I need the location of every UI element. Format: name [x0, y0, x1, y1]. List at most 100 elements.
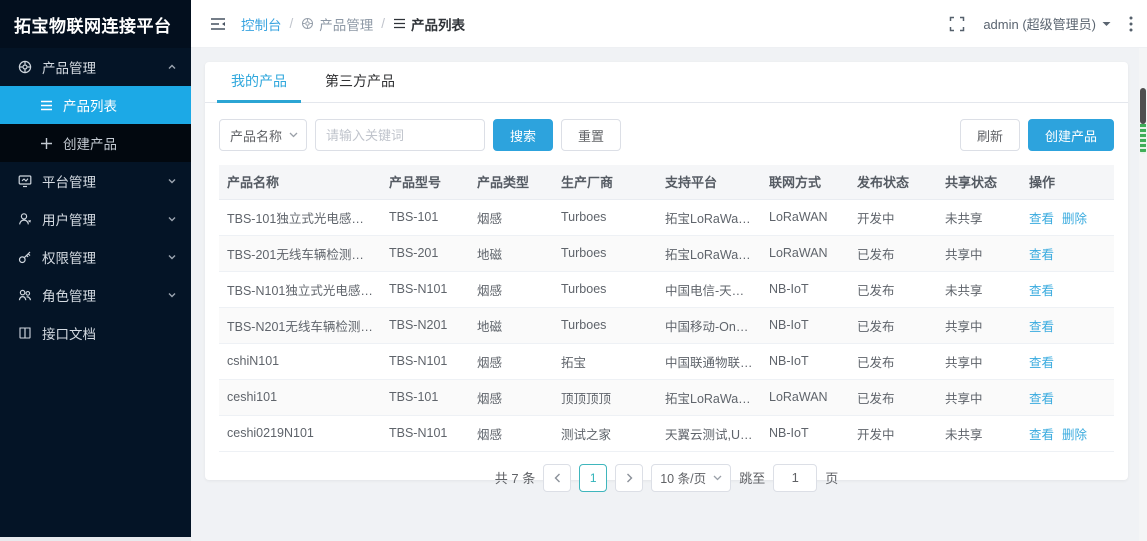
view-link[interactable]: 查看 — [1029, 356, 1054, 370]
view-link[interactable]: 查看 — [1029, 248, 1054, 262]
content-card: 我的产品 第三方产品 产品名称 搜索 重置 刷新 创建产品 产品名称 产品型号 … — [205, 62, 1128, 480]
col-header: 支持平台 — [657, 165, 761, 199]
col-header: 产品类型 — [469, 165, 553, 199]
caret-down-icon — [1102, 21, 1111, 27]
tab-third-party-products[interactable]: 第三方产品 — [323, 61, 397, 102]
chevron-left-icon — [554, 473, 561, 483]
more-options-icon[interactable] — [1129, 16, 1133, 32]
scrollbar-thumb[interactable] — [1140, 88, 1146, 124]
chevron-up-icon — [167, 62, 177, 72]
plus-icon — [40, 137, 53, 150]
view-link[interactable]: 查看 — [1029, 320, 1054, 334]
delete-link[interactable]: 删除 — [1062, 428, 1087, 442]
app-logo: 拓宝物联网连接平台 — [0, 0, 191, 48]
sidebar-item-label: 创建产品 — [63, 133, 177, 153]
table-row: TBS-101独立式光电感烟火灾探测.. TBS-101 烟感 Turboes … — [219, 199, 1114, 235]
breadcrumb-separator: / — [290, 16, 294, 31]
sidebar-item-label: 产品管理 — [42, 57, 157, 77]
table-row: cshiN101 TBS-N101 烟感 拓宝 中国联通物联网平台,... NB… — [219, 343, 1114, 379]
chevron-down-icon — [167, 214, 177, 224]
sidebar-item-create-product[interactable]: 创建产品 — [0, 124, 191, 162]
sidebar-item-label: 平台管理 — [42, 171, 157, 191]
vertical-scrollbar[interactable] — [1139, 48, 1147, 541]
keyword-input[interactable] — [315, 119, 485, 151]
chevron-down-icon — [289, 132, 298, 138]
sidebar-bottom-strip — [0, 537, 191, 541]
user-icon — [18, 212, 32, 226]
chevron-down-icon — [167, 252, 177, 262]
pagination: 共 7 条 1 10 条/页 跳至 页 — [205, 464, 1128, 492]
view-link[interactable]: 查看 — [1029, 392, 1054, 406]
tab-my-products[interactable]: 我的产品 — [229, 61, 289, 102]
page-size-select[interactable]: 10 条/页 — [651, 464, 731, 492]
view-link[interactable]: 查看 — [1029, 284, 1054, 298]
table-row: TBS-N101独立式光电感烟火灾探... TBS-N101 烟感 Turboe… — [219, 271, 1114, 307]
col-header: 生产厂商 — [553, 165, 657, 199]
breadcrumb-section[interactable]: 产品管理 — [301, 14, 373, 34]
sidebar-item-label: 角色管理 — [42, 285, 157, 305]
fullscreen-icon[interactable] — [949, 16, 965, 32]
table-row: ceshi0219N101 TBS-N101 烟感 测试之家 天翼云测试,UDP… — [219, 415, 1114, 451]
list-icon — [40, 99, 53, 112]
pagination-total: 共 7 条 — [495, 468, 535, 487]
menu-fold-icon[interactable] — [209, 16, 227, 32]
sidebar-item-label: 产品列表 — [63, 95, 177, 115]
platform-icon — [18, 174, 32, 188]
sidebar-submenu-products: 产品列表 创建产品 — [0, 86, 191, 162]
col-header: 联网方式 — [761, 165, 849, 199]
table-row: ceshi101 TBS-101 烟感 顶顶顶顶 拓宝LoRaWan平台 LoR… — [219, 379, 1114, 415]
jump-label: 跳至 — [739, 468, 765, 487]
user-label: admin (超级管理员) — [983, 14, 1096, 33]
col-header: 产品名称 — [219, 165, 381, 199]
sidebar-item-platform-management[interactable]: 平台管理 — [0, 162, 191, 200]
sidebar-item-label: 接口文档 — [42, 323, 177, 343]
sidebar-item-product-list[interactable]: 产品列表 — [0, 86, 191, 124]
top-header: 控制台 / 产品管理 / 产品列表 admin (超级管理员) — [191, 0, 1147, 48]
sidebar-item-api-docs[interactable]: 接口文档 — [0, 314, 191, 352]
filter-toolbar: 产品名称 搜索 重置 刷新 创建产品 — [205, 103, 1128, 165]
table-row: TBS-201无线车辆检测器--勿删! ... TBS-201 地磁 Turbo… — [219, 235, 1114, 271]
breadcrumb-home[interactable]: 控制台 — [241, 14, 282, 34]
col-header: 共享状态 — [937, 165, 1021, 199]
create-product-button[interactable]: 创建产品 — [1028, 119, 1114, 151]
gear-icon — [301, 17, 314, 30]
breadcrumb-current: 产品列表 — [393, 14, 465, 34]
page-number-1[interactable]: 1 — [579, 464, 607, 492]
sidebar-item-permission-management[interactable]: 权限管理 — [0, 238, 191, 276]
list-icon — [393, 17, 406, 30]
chevron-down-icon — [167, 176, 177, 186]
prev-page-button[interactable] — [543, 464, 571, 492]
chevron-down-icon — [713, 475, 722, 481]
next-page-button[interactable] — [615, 464, 643, 492]
sidebar-item-role-management[interactable]: 角色管理 — [0, 276, 191, 314]
refresh-button[interactable]: 刷新 — [960, 119, 1020, 151]
breadcrumb-separator: / — [381, 16, 385, 31]
product-icon — [18, 60, 32, 74]
breadcrumb: 控制台 / 产品管理 / 产品列表 — [241, 14, 465, 34]
col-header: 产品型号 — [381, 165, 469, 199]
sidebar-item-label: 用户管理 — [42, 209, 157, 229]
sidebar: 拓宝物联网连接平台 产品管理 产品列表 创建产品 平台管理 用户管理 权限管理 … — [0, 0, 191, 537]
search-button[interactable]: 搜索 — [493, 119, 553, 151]
filter-field-select[interactable]: 产品名称 — [219, 119, 307, 151]
key-icon — [18, 250, 32, 264]
sidebar-item-product-management[interactable]: 产品管理 — [0, 48, 191, 86]
chevron-right-icon — [626, 473, 633, 483]
sidebar-item-label: 权限管理 — [42, 247, 157, 267]
view-link[interactable]: 查看 — [1029, 428, 1054, 442]
view-link[interactable]: 查看 — [1029, 212, 1054, 226]
page-unit-label: 页 — [825, 468, 838, 487]
doc-icon — [18, 326, 32, 340]
table-row: TBS-N201无线车辆检测器--勿删! ... TBS-N201 地磁 Tur… — [219, 307, 1114, 343]
chevron-down-icon — [167, 290, 177, 300]
col-header: 操作 — [1021, 165, 1114, 199]
col-header: 发布状态 — [849, 165, 937, 199]
user-menu[interactable]: admin (超级管理员) — [983, 14, 1111, 33]
delete-link[interactable]: 删除 — [1062, 212, 1087, 226]
roles-icon — [18, 288, 32, 302]
sidebar-item-user-management[interactable]: 用户管理 — [0, 200, 191, 238]
product-table: 产品名称 产品型号 产品类型 生产厂商 支持平台 联网方式 发布状态 共享状态 … — [219, 165, 1114, 452]
reset-button[interactable]: 重置 — [561, 119, 621, 151]
table-header-row: 产品名称 产品型号 产品类型 生产厂商 支持平台 联网方式 发布状态 共享状态 … — [219, 165, 1114, 199]
jump-page-input[interactable] — [773, 464, 817, 492]
